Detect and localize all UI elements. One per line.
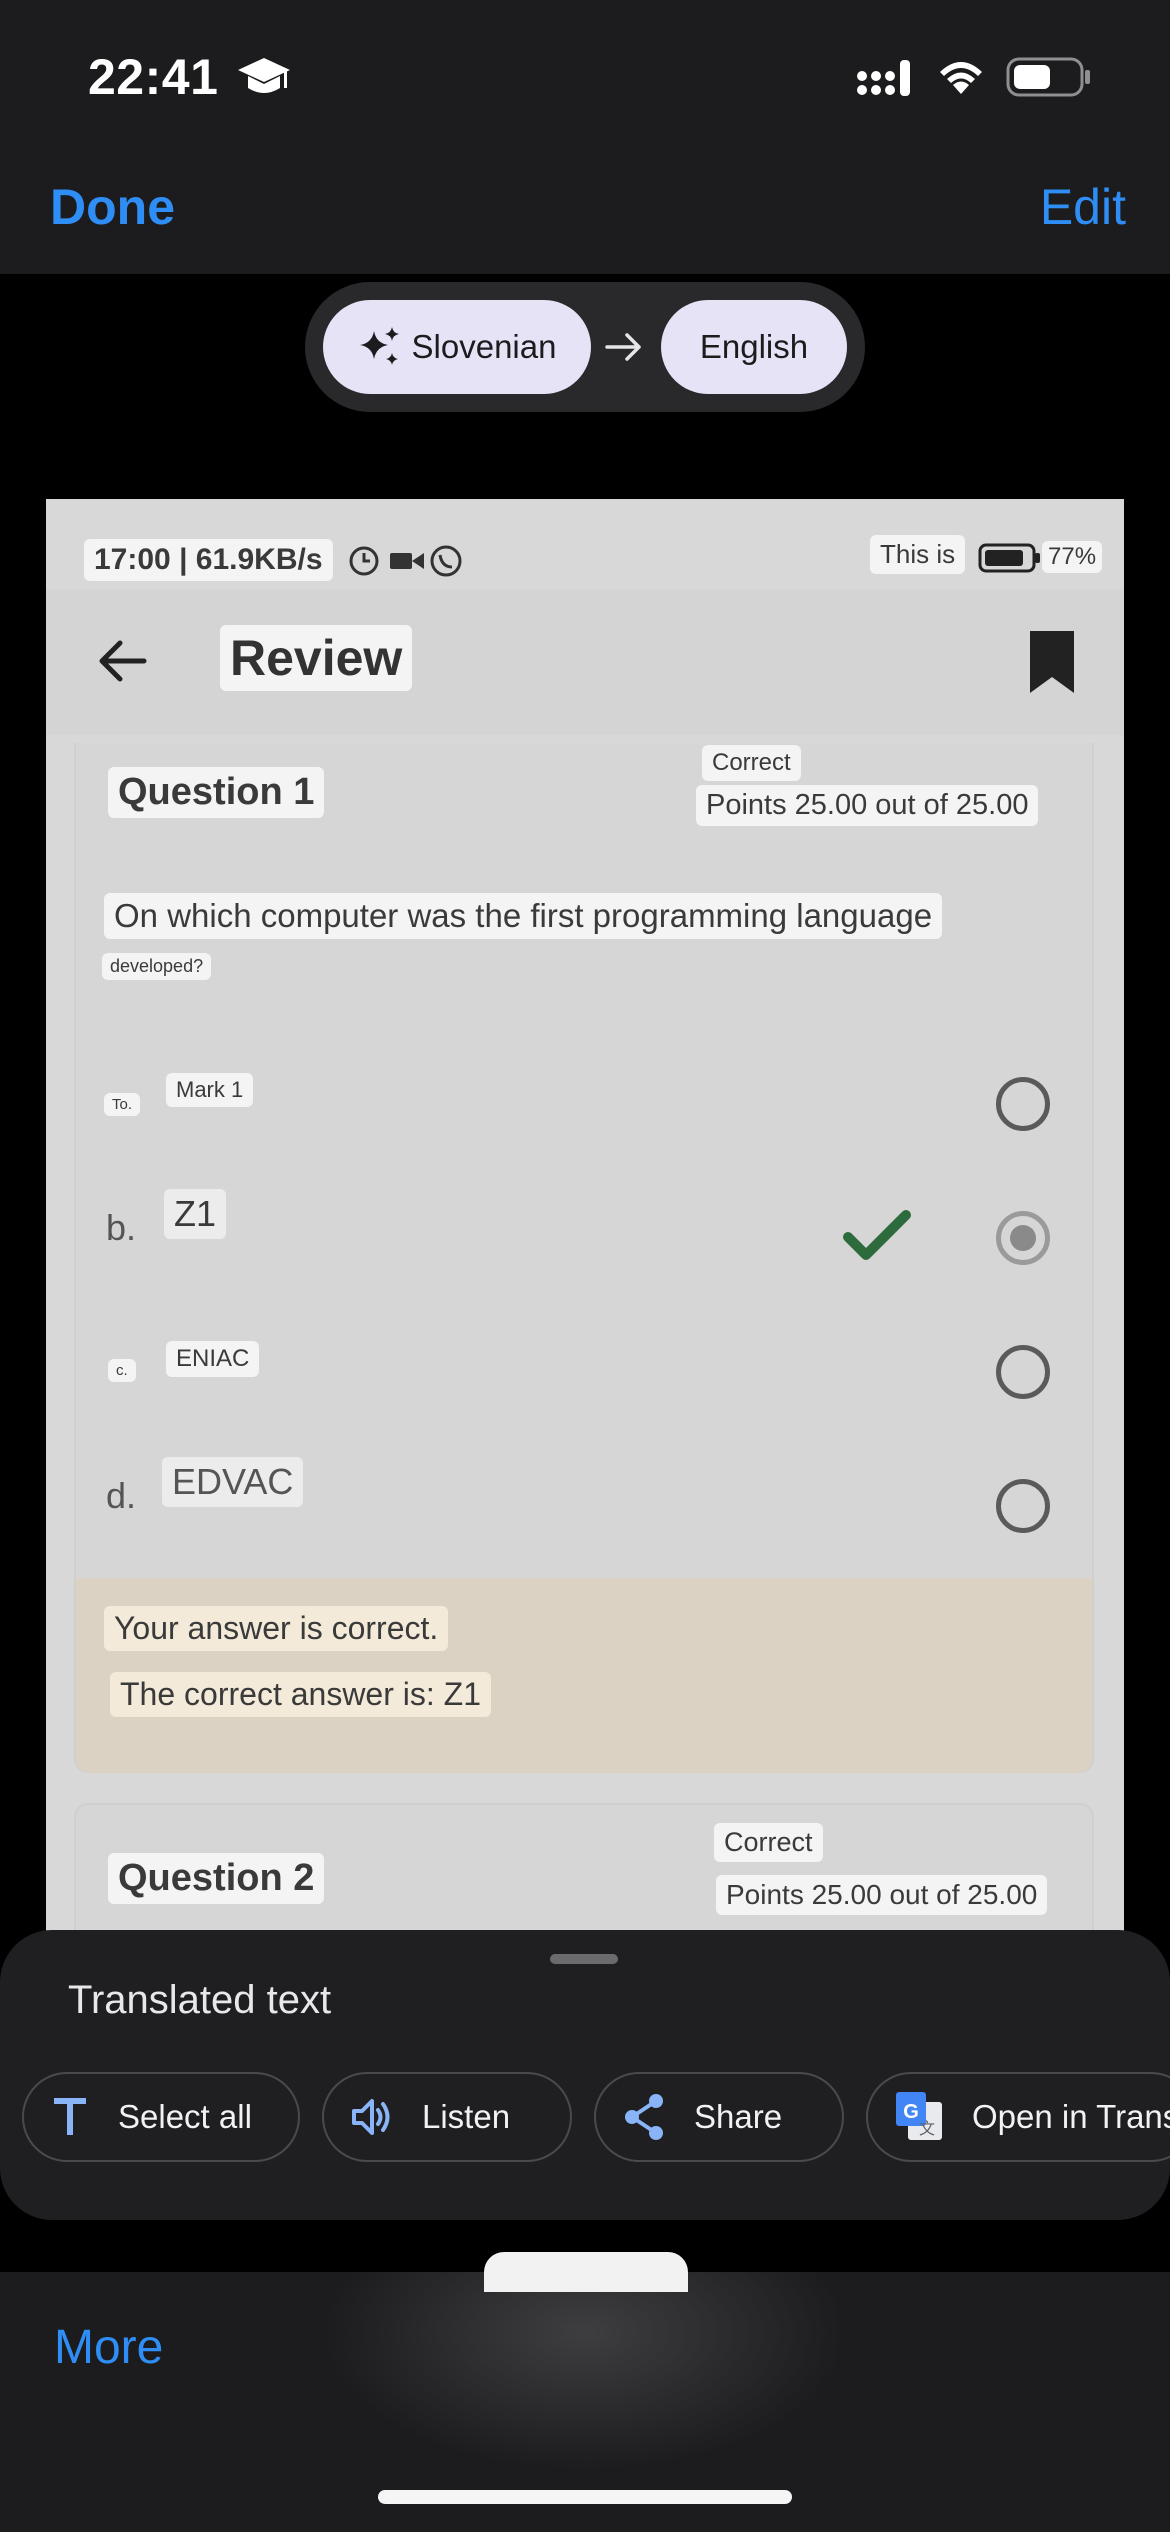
question-2-card: Question 2 Correct Points 25.00 out of 2… xyxy=(74,1803,1094,1932)
edit-button[interactable]: Edit xyxy=(1040,178,1126,236)
battery-icon xyxy=(1006,57,1090,97)
question-1-text-cont: developed? xyxy=(102,953,212,980)
image-battery-percent: 77% xyxy=(1042,541,1103,573)
toolbar-glow xyxy=(320,2272,850,2472)
open-in-translate-label: Open in Trans xyxy=(972,2098,1170,2135)
option-a-letter: To. xyxy=(104,1093,141,1116)
sparkle-icon xyxy=(359,327,399,365)
source-language-label: Slovenian xyxy=(411,328,557,365)
select-all-button[interactable]: Select all xyxy=(22,2072,300,2162)
wifi-icon xyxy=(940,62,982,94)
done-button[interactable]: Done xyxy=(50,178,175,236)
back-arrow-icon xyxy=(99,640,147,682)
option-d-label: EDVAC xyxy=(162,1457,304,1507)
more-button[interactable]: More xyxy=(54,2320,163,2375)
option-c-radio[interactable] xyxy=(996,1345,1050,1399)
share-label: Share xyxy=(694,2098,783,2135)
open-in-translate-button[interactable]: G 文 Open in Trans xyxy=(866,2072,1170,2162)
option-b-letter: b. xyxy=(106,1207,137,1248)
target-language-button[interactable]: English xyxy=(661,300,847,394)
question-1-points: Points 25.00 out of 25.00 xyxy=(696,785,1039,826)
nav-bar: Done Edit xyxy=(0,150,1170,274)
listen-label: Listen xyxy=(422,2098,511,2135)
feedback-correct: Your answer is correct. xyxy=(104,1606,449,1651)
image-status-icons xyxy=(349,545,462,577)
google-translate-icon: G 文 xyxy=(896,2092,942,2140)
image-battery-icon xyxy=(978,543,1040,573)
home-indicator[interactable] xyxy=(378,2490,792,2504)
graduation-cap-icon xyxy=(238,58,290,93)
share-button[interactable]: Share xyxy=(594,2072,844,2162)
arrow-right-icon xyxy=(605,333,641,361)
feedback-answer: The correct answer is: Z1 xyxy=(110,1672,491,1717)
language-selector: Slovenian English xyxy=(305,282,865,412)
option-b-radio[interactable] xyxy=(996,1211,1050,1265)
image-app-bar: Review xyxy=(46,589,1124,735)
option-b-label: Z1 xyxy=(164,1189,227,1239)
question-1-card: Question 1 Correct Points 25.00 out of 2… xyxy=(74,743,1094,1773)
question-1-status: Correct xyxy=(702,745,801,781)
text-select-icon xyxy=(54,2098,86,2135)
status-time: 22:41 xyxy=(88,49,219,105)
image-page-title: Review xyxy=(220,625,413,691)
select-all-label: Select all xyxy=(118,2098,252,2135)
svg-text:文: 文 xyxy=(919,2119,935,2138)
source-language-button[interactable]: Slovenian xyxy=(323,300,591,394)
question-2-status: Correct xyxy=(714,1823,823,1862)
status-bar: 22:41 xyxy=(0,0,1170,150)
question-2-title: Question 2 xyxy=(108,1853,325,1904)
option-a-label: Mark 1 xyxy=(166,1073,254,1107)
option-d-radio[interactable] xyxy=(996,1479,1050,1533)
feedback-box: Your answer is correct. The correct answ… xyxy=(76,1578,1092,1773)
image-carrier: This is xyxy=(870,535,966,574)
listen-button[interactable]: Listen xyxy=(322,2072,572,2162)
share-icon xyxy=(625,2094,663,2140)
svg-text:G: G xyxy=(903,2101,919,2123)
bookmark-icon xyxy=(1030,631,1074,693)
speaker-icon xyxy=(352,2099,390,2135)
scan-button-peek[interactable] xyxy=(484,2252,688,2292)
cellular-signal-icon xyxy=(857,60,910,96)
target-language-label: English xyxy=(699,328,809,365)
question-1-title: Question 1 xyxy=(108,767,325,818)
option-c-label: ENIAC xyxy=(166,1341,260,1377)
question-1-text: On which computer was the first programm… xyxy=(104,893,943,939)
sheet-drag-handle[interactable] xyxy=(550,1954,618,1964)
sheet-title: Translated text xyxy=(68,1978,332,2022)
question-2-points: Points 25.00 out of 25.00 xyxy=(716,1875,1048,1915)
translated-image: 17:00 | 61.9KB/s This is 77% Review Ques… xyxy=(46,499,1124,1932)
image-time-speed: 17:00 | 61.9KB/s xyxy=(84,539,333,581)
translated-text-sheet: Translated text Select all Listen Share … xyxy=(0,1930,1170,2220)
checkmark-icon xyxy=(843,1210,911,1260)
image-status-bar: 17:00 | 61.9KB/s This is 77% xyxy=(46,499,1124,589)
option-a-radio[interactable] xyxy=(996,1077,1050,1131)
option-d-letter: d. xyxy=(106,1475,137,1516)
option-c-letter: c. xyxy=(108,1359,136,1382)
